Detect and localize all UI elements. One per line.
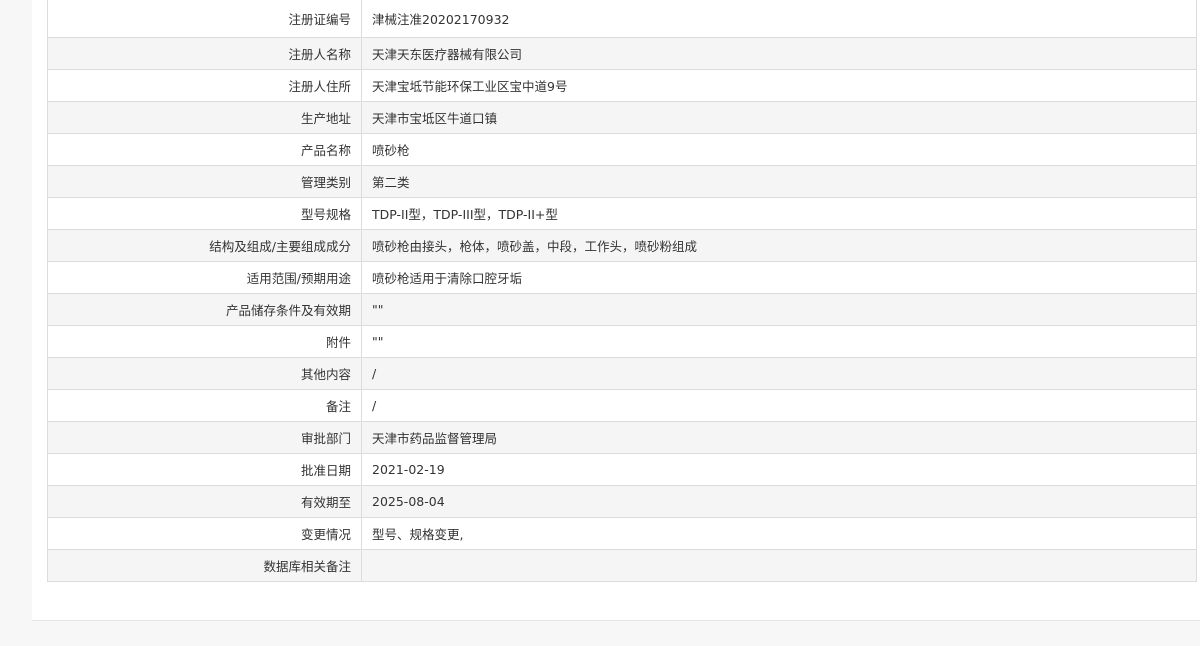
field-label: 生产地址 (47, 100, 362, 134)
registration-detail-table: 注册证编号 津械注准20202170932 注册人名称 天津天东医疗器械有限公司… (47, 0, 1197, 582)
field-value (361, 548, 1197, 582)
field-label: 适用范围/预期用途 (47, 260, 362, 294)
table-row: 型号规格 TDP-II型，TDP-III型，TDP-II+型 (47, 196, 1197, 230)
field-label: 结构及组成/主要组成成分 (47, 228, 362, 262)
field-label: 产品储存条件及有效期 (47, 292, 362, 326)
field-value: 型号、规格变更, (361, 516, 1197, 550)
field-label: 管理类别 (47, 164, 362, 198)
table-row: 备注 / (47, 388, 1197, 422)
table-row: 管理类别 第二类 (47, 164, 1197, 198)
field-label: 其他内容 (47, 356, 362, 390)
field-value: / (361, 388, 1197, 422)
field-label: 注册人住所 (47, 68, 362, 102)
field-value: "" (361, 324, 1197, 358)
field-label: 产品名称 (47, 132, 362, 166)
field-label: 型号规格 (47, 196, 362, 230)
table-row: 审批部门 天津市药品监督管理局 (47, 420, 1197, 454)
field-label: 注册人名称 (47, 36, 362, 70)
table-row: 产品储存条件及有效期 "" (47, 292, 1197, 326)
table-row: 批准日期 2021-02-19 (47, 452, 1197, 486)
field-value: 喷砂枪适用于清除口腔牙垢 (361, 260, 1197, 294)
field-label: 附件 (47, 324, 362, 358)
table-row: 注册证编号 津械注准20202170932 (47, 0, 1197, 38)
field-value: 天津市宝坻区牛道口镇 (361, 100, 1197, 134)
field-label: 注册证编号 (47, 0, 362, 38)
field-label: 数据库相关备注 (47, 548, 362, 582)
table-row: 注册人名称 天津天东医疗器械有限公司 (47, 36, 1197, 70)
table-row: 生产地址 天津市宝坻区牛道口镇 (47, 100, 1197, 134)
field-value: 第二类 (361, 164, 1197, 198)
field-value: 天津天东医疗器械有限公司 (361, 36, 1197, 70)
field-value: 天津宝坻节能环保工业区宝中道9号 (361, 68, 1197, 102)
table-row: 产品名称 喷砂枪 (47, 132, 1197, 166)
field-value: 津械注准20202170932 (361, 0, 1197, 38)
field-label: 备注 (47, 388, 362, 422)
field-value: TDP-II型，TDP-III型，TDP-II+型 (361, 196, 1197, 230)
field-label: 审批部门 (47, 420, 362, 454)
field-value: 2025-08-04 (361, 484, 1197, 518)
table-row: 适用范围/预期用途 喷砂枪适用于清除口腔牙垢 (47, 260, 1197, 294)
field-value: 天津市药品监督管理局 (361, 420, 1197, 454)
table-row: 有效期至 2025-08-04 (47, 484, 1197, 518)
field-value: "" (361, 292, 1197, 326)
field-value: 喷砂枪 (361, 132, 1197, 166)
field-value: 2021-02-19 (361, 452, 1197, 486)
table-row: 数据库相关备注 (47, 548, 1197, 582)
field-label: 变更情况 (47, 516, 362, 550)
field-value: 喷砂枪由接头，枪体，喷砂盖，中段，工作头，喷砂粉组成 (361, 228, 1197, 262)
table-row: 附件 "" (47, 324, 1197, 358)
table-row: 结构及组成/主要组成成分 喷砂枪由接头，枪体，喷砂盖，中段，工作头，喷砂粉组成 (47, 228, 1197, 262)
field-value: / (361, 356, 1197, 390)
table-row: 变更情况 型号、规格变更, (47, 516, 1197, 550)
table-row: 注册人住所 天津宝坻节能环保工业区宝中道9号 (47, 68, 1197, 102)
field-label: 批准日期 (47, 452, 362, 486)
field-label: 有效期至 (47, 484, 362, 518)
table-row: 其他内容 / (47, 356, 1197, 390)
